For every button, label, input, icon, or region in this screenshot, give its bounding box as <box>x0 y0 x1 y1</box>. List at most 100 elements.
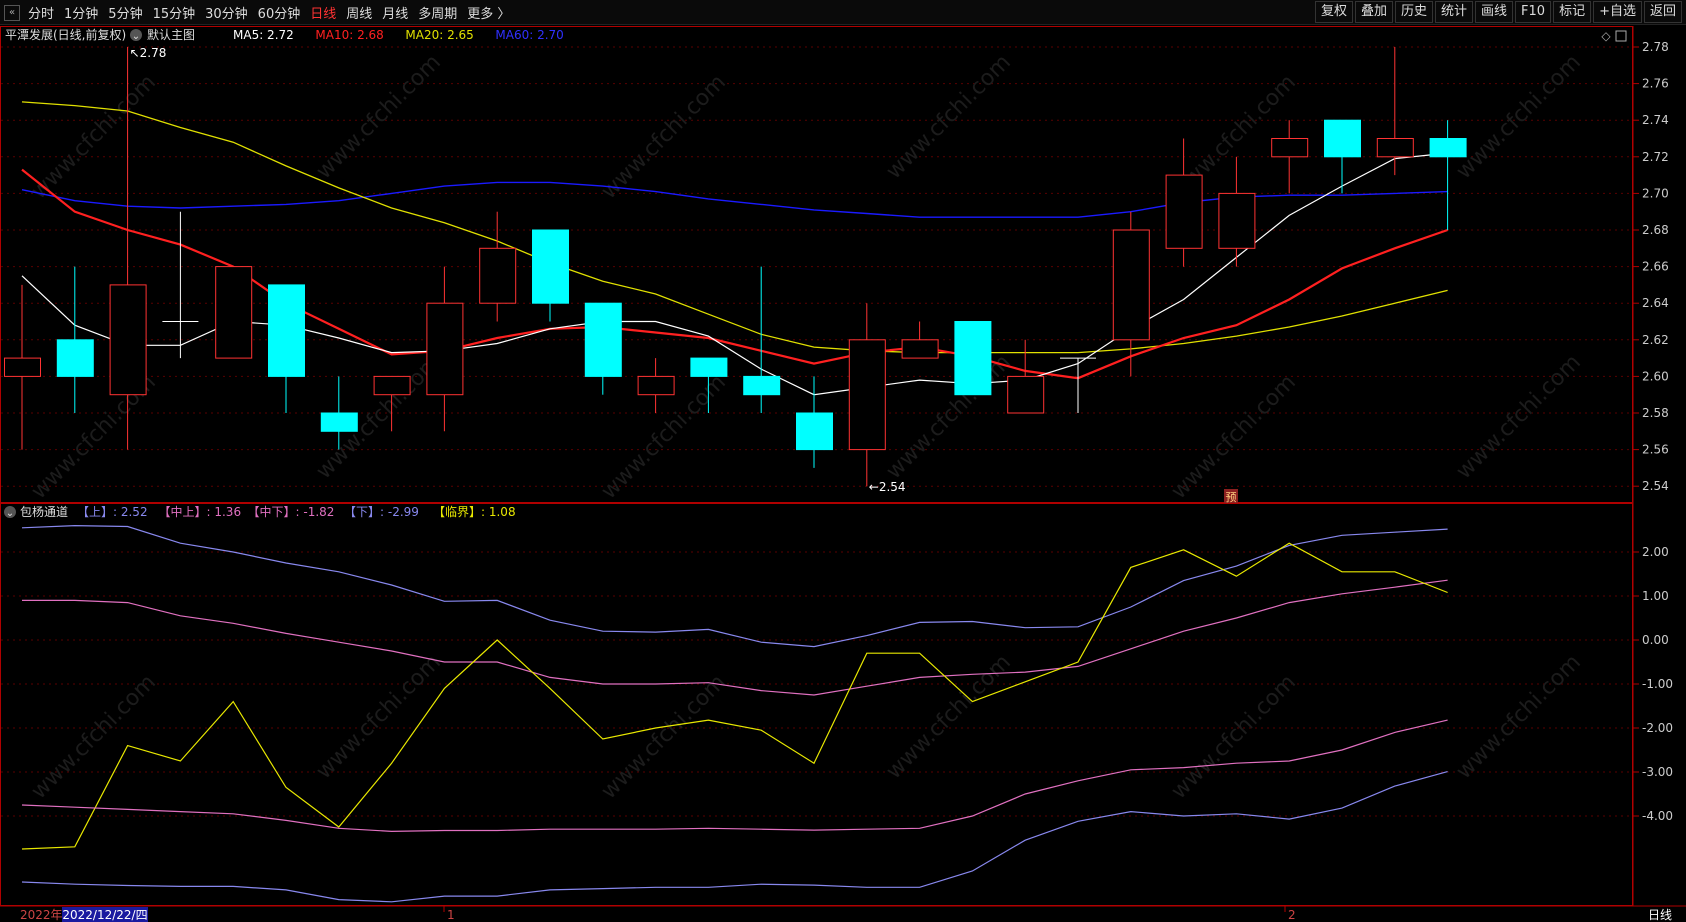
indicator-y-tick-label: -4.00 <box>1642 809 1673 823</box>
candle-body <box>268 284 305 377</box>
watermark-text: www.cfchi.com <box>597 670 731 804</box>
kline-y-tick-label: 2.78 <box>1642 40 1669 54</box>
candle[interactable] <box>637 358 675 413</box>
candle-body <box>373 375 411 396</box>
kline-y-tick-label: 2.64 <box>1642 296 1669 310</box>
candle-body <box>1165 174 1203 249</box>
candle[interactable] <box>901 321 939 359</box>
x-axis-period-label: 日线 <box>1648 908 1672 922</box>
candle[interactable] <box>1218 156 1256 267</box>
candle-body <box>479 247 517 304</box>
kline-y-tick-label: 2.56 <box>1642 443 1669 457</box>
x-axis-month-label: 2 <box>1288 908 1296 922</box>
watermark-text: www.cfchi.com <box>1167 670 1301 804</box>
candle[interactable] <box>268 284 305 413</box>
indicator-title: 包杨通道 <box>20 504 68 519</box>
candle[interactable] <box>4 284 41 450</box>
watermark-text: www.cfchi.com <box>882 50 1016 184</box>
indicator-legend-0: 【上】: 2.52 <box>77 505 148 519</box>
indicator-upper-line <box>21 524 1448 648</box>
watermark-text: www.cfchi.com <box>312 50 446 184</box>
indicator-legend-2: 【中下】: -1.82 <box>248 504 335 519</box>
candle-body <box>1007 375 1045 414</box>
candle-body <box>690 357 728 377</box>
ma-legend-3: MA60: 2.70 <box>495 28 563 42</box>
candle[interactable] <box>743 266 781 413</box>
candle[interactable] <box>1324 119 1361 194</box>
candle-body <box>848 339 886 451</box>
candle-body <box>1376 138 1414 158</box>
chevron-down-icon: ⌄ <box>132 31 140 42</box>
indicator-y-tick-label: -1.00 <box>1642 677 1673 691</box>
chart-area: www.cfchi.com www.cfchi.com www.cfchi.com w… <box>0 26 1686 922</box>
candle-body <box>584 302 622 377</box>
kline-title: 平潭发展(日线,前复权) <box>5 27 126 42</box>
indicator-legend-3: 【下】: -2.99 <box>344 505 419 519</box>
candle[interactable] <box>162 211 199 359</box>
candle-body <box>796 412 833 451</box>
candle-body <box>1324 119 1361 158</box>
candle-body <box>532 229 569 304</box>
candle[interactable] <box>584 302 622 395</box>
indicator-legend-1: 【中上】: 1.36 <box>159 504 242 519</box>
candle-body <box>1271 138 1309 158</box>
candle[interactable] <box>532 229 569 322</box>
candle-body <box>954 321 992 396</box>
kline-y-tick-label: 2.68 <box>1642 223 1669 237</box>
candle-body <box>426 302 464 396</box>
candle-body <box>1429 138 1467 158</box>
x-axis-year-label: 2022年 <box>20 908 63 922</box>
candle-body <box>320 412 358 432</box>
indicator-critical-line <box>21 542 1448 850</box>
candle-body <box>743 375 781 396</box>
candle-body <box>215 266 253 359</box>
candle-body <box>637 375 675 396</box>
forecast-mark-label: 预 <box>1226 491 1237 504</box>
candle-body <box>1218 192 1256 249</box>
kline-y-tick-label: 2.58 <box>1642 406 1669 420</box>
indicator-y-tick-label: 0.00 <box>1642 633 1669 647</box>
candle[interactable] <box>1271 120 1309 194</box>
kline-y-tick-label: 2.74 <box>1642 113 1669 127</box>
candle[interactable] <box>215 266 253 359</box>
x-axis-date-label: 2022/12/22/四 <box>62 908 147 922</box>
ma-legend-2: MA20: 2.65 <box>405 28 473 42</box>
candle-body <box>4 357 41 377</box>
kline-y-tick-label: 2.70 <box>1642 186 1669 200</box>
candle[interactable] <box>1007 339 1045 414</box>
candle-body <box>901 339 939 359</box>
kline-y-tick-label: 2.54 <box>1642 479 1669 493</box>
candle[interactable] <box>56 266 94 413</box>
candle-body <box>56 339 94 377</box>
candle[interactable] <box>796 376 833 468</box>
candle[interactable] <box>848 303 886 487</box>
candle[interactable] <box>1060 357 1096 413</box>
indicator-y-tick-label: 1.00 <box>1642 589 1669 603</box>
indicator-panel-border <box>0 503 1633 906</box>
indicator-midupper-line <box>22 579 1448 696</box>
panel-window-icon[interactable] <box>1615 30 1627 42</box>
candle[interactable] <box>479 211 517 322</box>
kline-y-tick-label: 2.66 <box>1642 260 1669 274</box>
watermark-text: www.cfchi.com <box>27 70 161 204</box>
watermark-text: www.cfchi.com <box>1452 650 1586 784</box>
candle[interactable] <box>954 321 992 396</box>
watermark-text: www.cfchi.com <box>597 70 731 204</box>
kline-y-tick-label: 2.62 <box>1642 333 1669 347</box>
main-chart-label: 默认主图 <box>147 27 195 42</box>
kline-y-tick-label: 2.60 <box>1642 369 1669 383</box>
candle-body <box>1112 229 1150 341</box>
ma-legend-1: MA10: 2.68 <box>315 28 383 42</box>
indicator-y-tick-label: -3.00 <box>1642 765 1673 779</box>
watermark-text: www.cfchi.com <box>27 670 161 804</box>
indicator-lower-line <box>21 771 1448 903</box>
candle-body <box>109 284 147 396</box>
watermark-text: www.cfchi.com <box>1167 370 1301 504</box>
chevron-down-icon: ⌄ <box>6 508 14 519</box>
indicator-legend-4: 【临界】: 1.08 <box>433 505 516 519</box>
candle[interactable] <box>426 266 464 432</box>
candle[interactable] <box>1376 47 1414 176</box>
watermark-text: www.cfchi.com <box>1452 350 1586 484</box>
x-axis-month-label: 1 <box>447 908 455 922</box>
watermark-text: www.cfchi.com <box>1452 50 1586 184</box>
